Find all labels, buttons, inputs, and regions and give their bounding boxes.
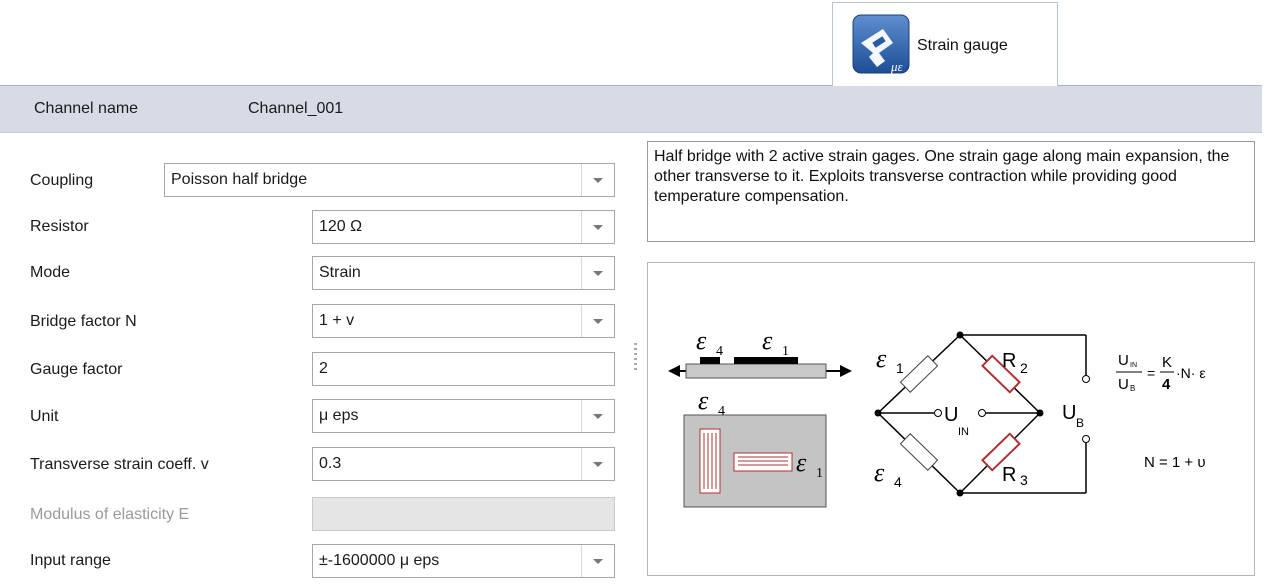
chevron-down-icon[interactable] xyxy=(581,545,614,577)
formula-denominator-sub: B xyxy=(1130,384,1135,393)
epsilon-4-plate: ε xyxy=(698,386,709,415)
channel-header: Channel name Channel_001 xyxy=(0,85,1262,133)
formula-denominator: U xyxy=(1118,376,1129,393)
chevron-down-icon[interactable] xyxy=(581,305,614,337)
r2-sub: 2 xyxy=(1020,360,1028,376)
svg-text:με: με xyxy=(890,59,904,74)
transverse-strain-label: Transverse strain coeff. v xyxy=(30,456,209,473)
unit-select[interactable]: μ eps xyxy=(312,399,615,433)
input-range-label: Input range xyxy=(30,552,111,569)
bridge-labels: ε 1 R 2 ε 4 R 3 U IN U B xyxy=(874,344,1084,490)
epsilon-4-bridge: ε xyxy=(874,458,885,487)
unit-value: μ eps xyxy=(319,407,359,424)
r2-label: R xyxy=(1002,350,1016,372)
gauge-factor-label: Gauge factor xyxy=(30,361,123,378)
bridge-factor-label: Bridge factor N xyxy=(30,313,137,330)
formula-four: 4 xyxy=(1162,376,1171,393)
unit-label: Unit xyxy=(30,408,59,425)
bridge-factor-select[interactable]: 1 + v xyxy=(312,304,615,338)
ub-label: U xyxy=(1062,402,1076,424)
transverse-strain-select[interactable]: 0.3 xyxy=(312,447,615,481)
epsilon-1-plate: ε xyxy=(796,448,807,477)
gauge-plate: ε 4 ε 1 xyxy=(683,386,827,508)
formula: U IN U B = K 4 ·N· ε N = 1 + υ xyxy=(1116,352,1206,471)
r3-sub: 3 xyxy=(1020,472,1028,488)
chevron-down-icon[interactable] xyxy=(581,257,614,289)
resistor-value: 120 Ω xyxy=(319,218,363,235)
coupling-select[interactable]: Poisson half bridge xyxy=(164,163,615,197)
mode-label: Mode xyxy=(30,264,71,281)
resistor-label: Resistor xyxy=(30,218,89,235)
formula-numerator: U xyxy=(1118,352,1129,369)
transverse-strain-value: 0.3 xyxy=(319,455,342,472)
mode-value: Strain xyxy=(319,264,361,281)
channel-name-value[interactable]: Channel_001 xyxy=(248,100,343,118)
tab-strain-gauge[interactable]: με Strain gauge xyxy=(832,2,1058,86)
epsilon-1-plate-sub: 1 xyxy=(816,466,823,481)
tab-label: Strain gauge xyxy=(917,37,1008,54)
mode-select[interactable]: Strain xyxy=(312,256,615,290)
gauge-factor-value: 2 xyxy=(319,360,328,377)
coupling-label: Coupling xyxy=(30,172,94,189)
epsilon-4-top-sub: 4 xyxy=(716,344,723,359)
chevron-down-icon[interactable] xyxy=(581,164,614,196)
input-range-value: ±-1600000 μ eps xyxy=(319,552,440,569)
formula-k: K xyxy=(1162,354,1172,371)
bridge-factor-value: 1 + v xyxy=(319,312,355,329)
epsilon-4-top: ε xyxy=(696,326,707,355)
input-range-select[interactable]: ±-1600000 μ eps xyxy=(312,544,615,578)
epsilon-1-top-sub: 1 xyxy=(782,344,789,359)
epsilon-4-bridge-sub: 4 xyxy=(894,474,902,490)
modulus-label: Modulus of elasticity E xyxy=(30,506,190,523)
formula-numerator-sub: IN xyxy=(1130,362,1137,369)
channel-name-label: Channel name xyxy=(34,100,139,117)
coupling-description: Half bridge with 2 active strain gages. … xyxy=(647,141,1255,242)
formula-equals: = xyxy=(1147,365,1155,381)
splitter-handle[interactable] xyxy=(634,343,637,373)
uin-sub: IN xyxy=(958,426,969,438)
ub-sub: B xyxy=(1076,416,1084,430)
epsilon-1-bridge: ε xyxy=(876,344,887,373)
uin-label: U xyxy=(944,404,958,426)
resistor-select[interactable]: 120 Ω xyxy=(312,210,615,244)
bridge-diagram-svg: ε 4 ε 1 ε 4 ε 1 ε 1 R 2 ε 4 R 3 U IN U B… xyxy=(668,326,1206,508)
strain-gauge-icon: με xyxy=(852,14,910,74)
bridge-diagram: ε 4 ε 1 ε 4 ε 1 ε 1 R 2 ε 4 R 3 U IN U B… xyxy=(647,262,1255,576)
epsilon-1-top: ε xyxy=(762,326,773,355)
r3-label: R xyxy=(1002,464,1016,486)
beam-illustration: ε 4 ε 1 xyxy=(668,326,852,379)
modulus-input xyxy=(312,497,615,531)
gauge-factor-input[interactable]: 2 xyxy=(312,352,615,386)
n-formula: N = 1 + υ xyxy=(1144,454,1206,471)
chevron-down-icon[interactable] xyxy=(581,211,614,243)
formula-rest: ·N· ε xyxy=(1176,365,1206,381)
epsilon-1-bridge-sub: 1 xyxy=(896,360,904,376)
chevron-down-icon[interactable] xyxy=(581,400,614,432)
chevron-down-icon[interactable] xyxy=(581,448,614,480)
coupling-value: Poisson half bridge xyxy=(171,171,308,188)
